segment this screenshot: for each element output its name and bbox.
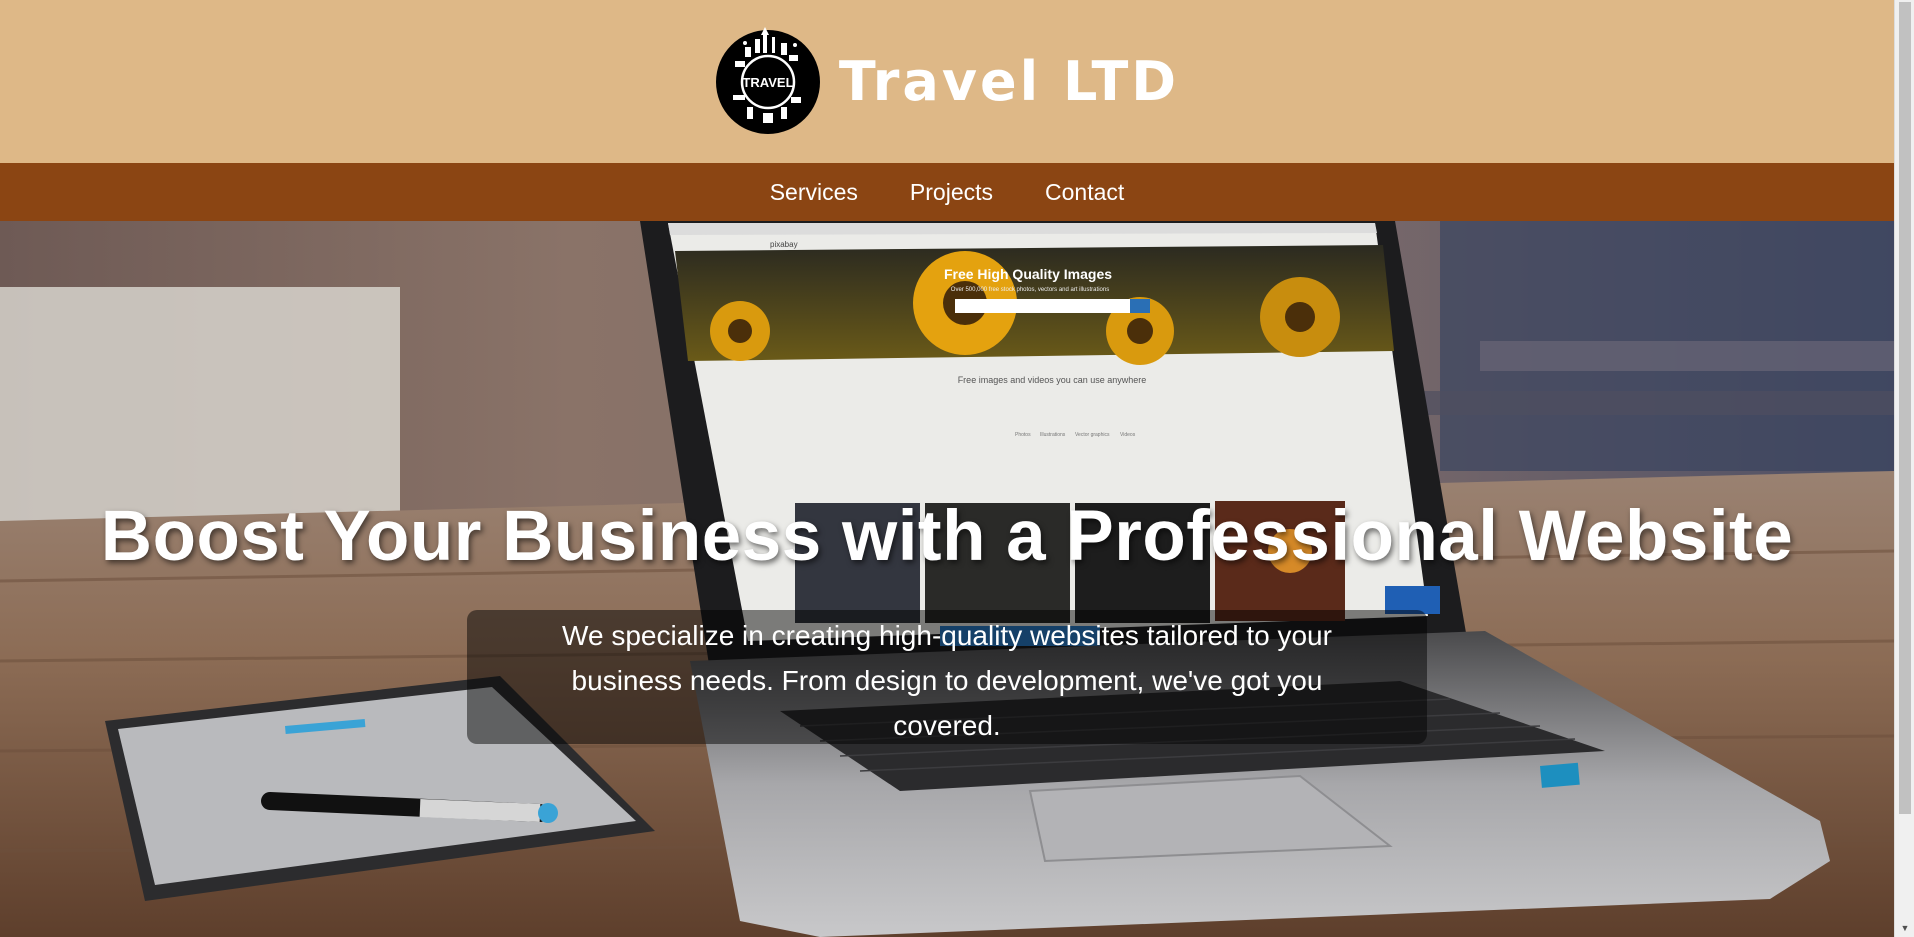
scroll-down-arrow-icon[interactable]: ▼ [1895, 920, 1914, 937]
hero-description: We specialize in creating high-quality w… [467, 610, 1427, 744]
hero-section: Free High Quality Images Over 500,000 fr… [0, 221, 1894, 937]
site-header: TRAVEL Travel LTD [0, 0, 1894, 163]
nav-services[interactable]: Services [770, 179, 858, 206]
hero-background-photo: Free High Quality Images Over 500,000 fr… [0, 221, 1894, 937]
mockup-tagline: Free images and videos you can use anywh… [958, 375, 1147, 385]
main-nav: Services Projects Contact [0, 163, 1894, 221]
page: TRAVEL Travel LTD Services Projects Cont… [0, 0, 1894, 937]
mockup-banner-subtitle: Over 500,000 free stock photos, vectors … [951, 287, 1109, 293]
nav-contact[interactable]: Contact [1045, 179, 1124, 206]
brand-name[interactable]: Travel LTD [839, 50, 1179, 113]
mockup-tab: Videos [1120, 432, 1136, 438]
mockup-site-name: pixabay [770, 240, 798, 249]
nav-projects[interactable]: Projects [910, 179, 993, 206]
scrollbar-thumb[interactable] [1899, 2, 1911, 814]
mockup-tab: Vector graphics [1075, 432, 1110, 438]
page-scrollbar[interactable]: ▲ ▼ [1894, 0, 1914, 937]
mockup-tab: Illustrations [1040, 432, 1066, 438]
mockup-banner-title: Free High Quality Images [944, 266, 1112, 282]
hero-title: Boost Your Business with a Professional … [100, 497, 1794, 576]
mockup-tab: Photos [1015, 432, 1031, 438]
travel-logo[interactable]: TRAVEL [715, 25, 821, 139]
logo-text: TRAVEL [742, 75, 793, 90]
